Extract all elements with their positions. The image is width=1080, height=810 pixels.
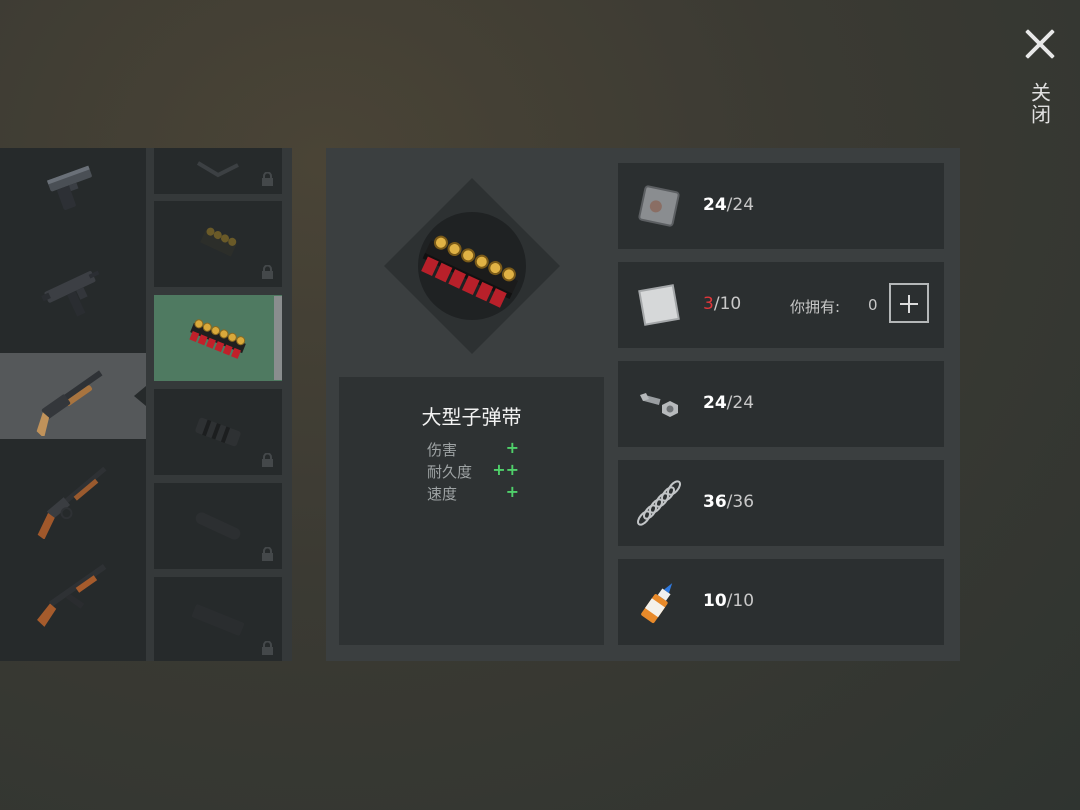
item-description: 大型子弹带 伤害 + 耐久度 ++ 速度 + <box>339 377 604 645</box>
mod-slot-magazine[interactable] <box>154 577 282 661</box>
magazine-icon <box>191 604 245 636</box>
weapon-slot-pistol[interactable] <box>0 148 146 228</box>
weapon-slot-shotgun[interactable] <box>0 353 146 439</box>
weapon-slot-ak[interactable] <box>0 548 146 634</box>
glue-icon <box>641 583 673 624</box>
weapon-slot-uzi[interactable] <box>0 248 146 334</box>
bipod-icon <box>196 161 239 178</box>
material-count: 36/36 <box>703 492 755 512</box>
lock-icon <box>262 265 273 279</box>
spring-icon <box>637 480 681 526</box>
weapon-slot-lever-rifle[interactable] <box>0 453 146 539</box>
shotgun-icon <box>36 370 103 436</box>
lock-icon <box>262 547 273 561</box>
mod-list[interactable] <box>154 148 292 661</box>
material-count: 3/10 <box>703 294 742 314</box>
material-row-nuts-bolts: 24/24 <box>618 361 944 447</box>
mod-slot-silencer[interactable] <box>154 483 282 569</box>
mod-list-scrollbar[interactable] <box>274 296 282 380</box>
mod-slot-small-shell-holder[interactable] <box>154 201 282 287</box>
owned-value: 0 <box>868 296 878 314</box>
silencer-icon <box>195 512 241 540</box>
mod-slot-muzzle-brake[interactable] <box>154 389 282 475</box>
weapon-list[interactable] <box>0 148 146 661</box>
close-button[interactable]: 关闭 <box>1018 28 1062 126</box>
material-row-metal-plate: 24/24 <box>618 163 944 249</box>
material-count: 24/24 <box>703 195 755 215</box>
close-label: 关闭 <box>1027 82 1052 126</box>
nuts-bolts-icon <box>640 393 678 417</box>
stat-value-speed: + <box>505 482 519 501</box>
weapon-slot-partial[interactable] <box>0 636 146 661</box>
add-material-button[interactable] <box>889 283 929 323</box>
close-icon[interactable] <box>1024 28 1056 60</box>
large-shell-holder-icon <box>189 319 246 359</box>
owned-label: 你拥有: <box>790 298 841 316</box>
item-preview <box>384 178 560 354</box>
lever-rifle-icon <box>37 466 107 539</box>
material-count: 24/24 <box>703 393 755 413</box>
ak-icon <box>37 563 107 627</box>
aluminum-plate-icon <box>638 284 680 326</box>
lock-icon <box>262 172 273 186</box>
mod-slot-bipod[interactable] <box>154 148 282 194</box>
stat-value-durability: ++ <box>492 460 519 479</box>
small-shell-holder-icon <box>200 227 237 257</box>
muzzle-brake-icon <box>195 417 241 447</box>
material-row-glue: 10/10 <box>618 559 944 645</box>
item-name: 大型子弹带 <box>421 405 522 429</box>
lock-icon <box>262 641 273 655</box>
material-count: 10/10 <box>703 591 755 611</box>
material-row-spring: 36/36 <box>618 460 944 546</box>
uzi-icon <box>41 270 100 317</box>
material-row-aluminum-plate: 3/10 你拥有: 0 <box>618 262 944 348</box>
lock-icon <box>262 453 273 467</box>
list-divider <box>146 148 154 661</box>
mod-slot-large-shell-holder[interactable] <box>154 295 282 381</box>
metal-plate-icon <box>638 185 680 227</box>
stat-value-damage: + <box>505 438 519 457</box>
pistol-icon <box>46 165 92 210</box>
